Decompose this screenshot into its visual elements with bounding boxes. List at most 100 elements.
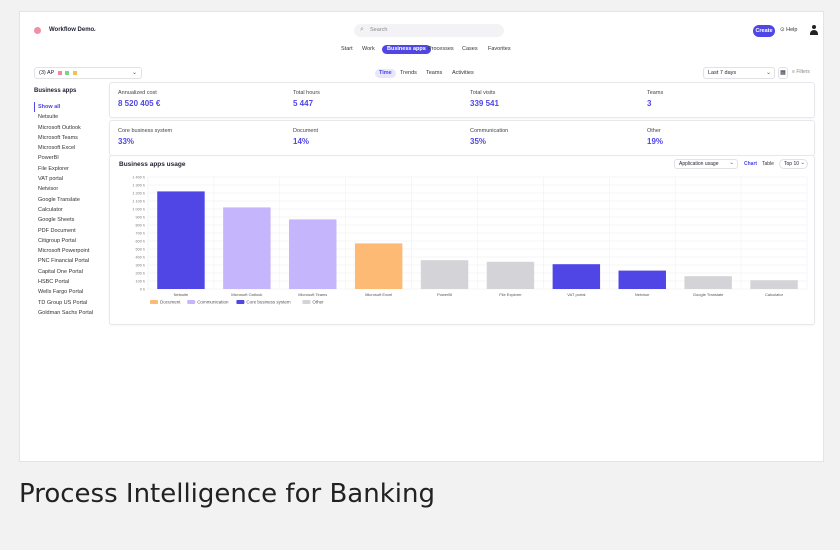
legend-label: Core business system	[246, 300, 291, 305]
y-tick-label: 1 000 h	[132, 208, 145, 212]
tab-work[interactable]: Work	[362, 45, 375, 54]
category-document[interactable]: Document 14%	[285, 121, 318, 155]
sidebar-item-netvisor[interactable]: Netvisor	[34, 184, 114, 194]
ap-filter-select[interactable]: (3) AP ⌄	[34, 67, 142, 79]
y-tick-label: 700 h	[135, 232, 145, 236]
sidebar-item-microsoft-excel[interactable]: Microsoft Excel	[34, 143, 114, 153]
help-button[interactable]: ⊙ Help	[780, 27, 797, 33]
sidebar-item-capital-one-portal[interactable]: Capital One Portal	[34, 267, 114, 277]
workspace-name[interactable]: Workflow Demo	[49, 27, 94, 33]
kpi-card: Annualized cost 8 520 405 € Total hours …	[109, 82, 815, 118]
user-avatar-icon[interactable]	[809, 25, 819, 37]
sidebar-item-google-translate[interactable]: Google Translate	[34, 195, 114, 205]
calendar-icon[interactable]: ▦	[778, 67, 788, 79]
sidebar-item-microsoft-outlook[interactable]: Microsoft Outlook	[34, 123, 114, 133]
bar[interactable]	[486, 261, 535, 289]
help-label: Help	[786, 27, 798, 33]
sidebar-item-microsoft-powerpoint[interactable]: Microsoft Powerpoint	[34, 246, 114, 256]
top-n-select[interactable]: Top 10 ⌄	[779, 159, 808, 169]
kpi-label: Total visits	[470, 90, 496, 96]
sidebar-item-vat-portal[interactable]: VAT portal	[34, 174, 114, 184]
sidebar-item-powerbi[interactable]: PowerBI	[34, 153, 114, 163]
sidebar-title: Business apps	[34, 88, 77, 94]
y-tick-label: 100 h	[135, 280, 145, 284]
y-tick-label: 1 400 h	[132, 176, 145, 180]
y-tick-label: 800 h	[135, 224, 145, 228]
status-square	[72, 70, 77, 75]
subtab-trends[interactable]: Trends	[400, 69, 417, 78]
bar[interactable]	[157, 191, 205, 289]
legend-swatch	[150, 300, 158, 304]
subtab-activities[interactable]: Activities	[452, 69, 474, 78]
filters-label: Filters	[796, 69, 810, 75]
sidebar-item-wells-fargo-portal[interactable]: Wells Fargo Portal	[34, 287, 114, 297]
kpi-label: Annualized cost	[118, 90, 157, 96]
date-range-select[interactable]: Last 7 days ⌄	[703, 67, 775, 79]
bar[interactable]	[420, 260, 469, 289]
caption: Process Intelligence for Banking	[19, 479, 435, 509]
chevron-down-icon: ⌄	[131, 70, 137, 76]
sidebar-item-file-explorer[interactable]: File Explorer	[34, 164, 114, 174]
bar[interactable]	[750, 280, 798, 289]
x-tick-label: Calculator	[765, 292, 784, 297]
category-other[interactable]: Other 19%	[639, 121, 663, 155]
filter-icon: ≡	[792, 69, 795, 75]
usage-chart-card: Business apps usage Application usage ⌄ …	[109, 155, 815, 325]
tab-processes[interactable]: Processes	[428, 45, 454, 54]
x-tick-label: File Explorer	[499, 292, 522, 297]
chart-view-toggle[interactable]: Chart	[744, 161, 757, 167]
sidebar-item-google-sheets[interactable]: Google Sheets	[34, 215, 114, 225]
x-tick-label: PowerBI	[437, 292, 452, 297]
bar[interactable]	[684, 276, 732, 289]
metric-select[interactable]: Application usage ⌄	[674, 159, 738, 169]
category-value: 35%	[470, 137, 487, 146]
category-communication[interactable]: Communication 35%	[462, 121, 508, 155]
bar[interactable]	[289, 219, 337, 289]
legend-swatch	[236, 300, 245, 304]
y-tick-label: 400 h	[135, 256, 145, 260]
sidebar-item-citigroup-portal[interactable]: Citigroup Portal	[34, 236, 114, 246]
subtab-time[interactable]: Time	[375, 69, 396, 78]
status-square	[65, 70, 70, 75]
bar[interactable]	[618, 270, 666, 289]
kpi-value: 8 520 405 €	[118, 99, 161, 108]
sidebar-item-hsbc-portal[interactable]: HSBC Portal	[34, 277, 114, 287]
sidebar-item-microsoft-teams[interactable]: Microsoft Teams	[34, 133, 114, 143]
sidebar-item-pdf-document[interactable]: PDF Document	[34, 226, 114, 236]
chevron-down-icon: ⌄	[729, 160, 734, 166]
legend-label: Other	[312, 300, 324, 305]
sidebar-item-goldman-sachs-portal[interactable]: Goldman Sachs Portal	[34, 308, 114, 318]
main-nav: Start Work Business apps Processes Cases…	[20, 44, 823, 56]
category-label: Document	[293, 128, 319, 134]
kpi-label: Total hours	[293, 90, 320, 96]
bar[interactable]	[223, 207, 271, 289]
x-tick-label: VAT portal	[567, 292, 585, 297]
table-view-toggle[interactable]: Table	[762, 161, 774, 167]
y-tick-label: 1 100 h	[132, 200, 145, 204]
sidebar-item-calculator[interactable]: Calculator	[34, 205, 114, 215]
tab-start[interactable]: Start	[341, 45, 353, 54]
bar[interactable]	[552, 264, 601, 289]
subtab-teams[interactable]: Teams	[426, 69, 442, 78]
kpi-total-hours: Total hours 5 447	[285, 83, 320, 117]
sidebar-item-pnc-financial-portal[interactable]: PNC Financial Portal	[34, 256, 114, 266]
chevron-down-icon[interactable]: ⌄	[92, 26, 97, 33]
workspace-logo-icon	[34, 27, 41, 34]
tab-favorites[interactable]: Favorites	[488, 45, 511, 54]
x-tick-label: Google Translate	[693, 292, 724, 297]
kpi-value: 339 541	[470, 99, 499, 108]
bar[interactable]	[354, 243, 403, 289]
category-core-business-system[interactable]: Core business system 33%	[110, 121, 172, 155]
sidebar-item-show-all[interactable]: Show all	[34, 102, 114, 113]
sidebar-item-netsuite[interactable]: Netsuite	[34, 112, 114, 122]
tab-cases[interactable]: Cases	[462, 45, 478, 54]
search-input[interactable]: ⌕ Search	[354, 24, 504, 37]
x-tick-label: Netsuite	[174, 292, 189, 297]
create-button[interactable]: Create	[753, 25, 775, 37]
x-tick-label: Microsoft Teams	[298, 292, 327, 297]
sidebar-item-td-group-us-portal[interactable]: TD Group US Portal	[34, 298, 114, 308]
filters-button[interactable]: ≡ Filters	[792, 69, 810, 75]
chart-title: Business apps usage	[119, 161, 186, 168]
top-n-value: Top 10	[784, 161, 800, 167]
tab-business-apps[interactable]: Business apps	[382, 45, 431, 54]
